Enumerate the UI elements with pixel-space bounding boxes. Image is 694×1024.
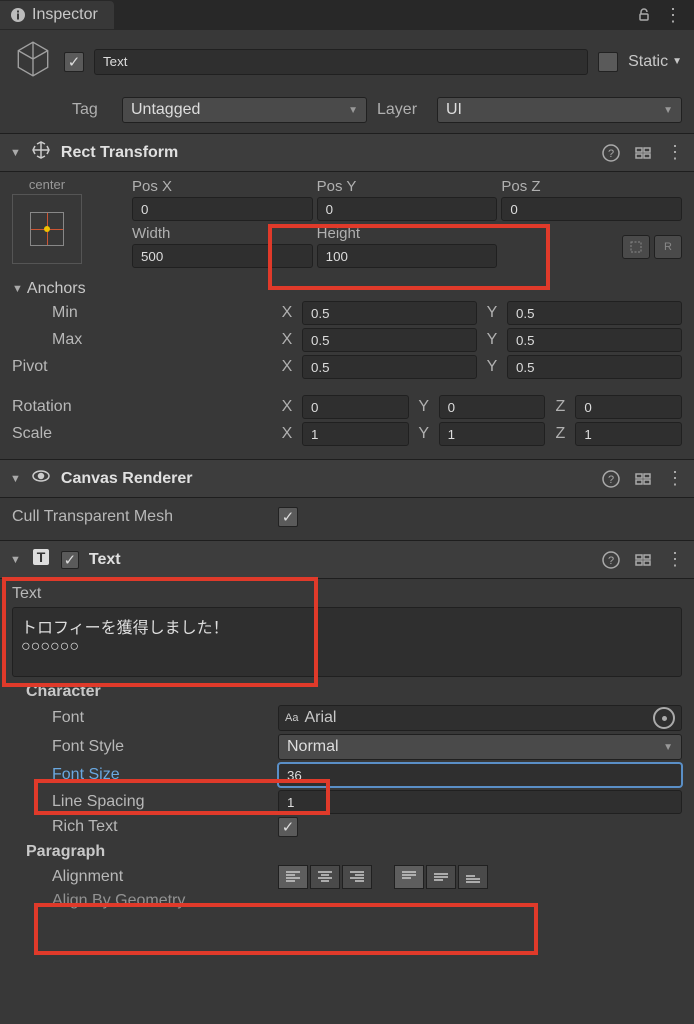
height-input[interactable] [317, 244, 498, 268]
tag-dropdown[interactable]: Untagged▼ [122, 97, 367, 123]
help-icon[interactable]: ? [602, 470, 620, 488]
font-style-dropdown[interactable]: Normal▼ [278, 734, 682, 760]
tab-title: Inspector [32, 6, 98, 24]
svg-text:?: ? [608, 148, 614, 160]
svg-text:?: ? [608, 555, 614, 567]
paragraph-label: Paragraph [26, 843, 682, 861]
foldout-icon: ▼ [10, 473, 21, 485]
posy-input[interactable] [317, 197, 498, 221]
align-top-button[interactable] [394, 865, 424, 889]
font-size-label[interactable]: Font Size [12, 766, 272, 784]
align-bottom-button[interactable] [458, 865, 488, 889]
anchor-minx-input[interactable] [302, 301, 477, 325]
kebab-icon[interactable]: ⋮ [664, 5, 682, 26]
svg-text:?: ? [608, 474, 614, 486]
align-left-button[interactable] [278, 865, 308, 889]
scale-z-input[interactable] [575, 422, 682, 446]
anchor-preset-button[interactable]: center middle [12, 194, 82, 264]
rot-x-input[interactable] [302, 395, 409, 419]
align-middle-button[interactable] [426, 865, 456, 889]
layer-label: Layer [377, 101, 427, 119]
canvas-renderer-header[interactable]: ▼ Canvas Renderer ? ⋮ [0, 459, 694, 498]
foldout-icon: ▼ [10, 147, 21, 159]
canvas-renderer-body: Cull Transparent Mesh ✓ [0, 498, 694, 540]
svg-text:T: T [37, 549, 46, 565]
line-spacing-input[interactable] [278, 790, 682, 814]
anchor-maxy-input[interactable] [507, 328, 682, 352]
posz-input[interactable] [501, 197, 682, 221]
anchor-maxx-input[interactable] [302, 328, 477, 352]
cull-checkbox[interactable]: ✓ [278, 507, 298, 527]
static-dropdown[interactable]: Static ▼ [628, 53, 682, 71]
help-icon[interactable]: ? [602, 551, 620, 569]
rect-transform-icon [31, 140, 51, 165]
preset-icon[interactable] [634, 144, 652, 162]
scale-x-input[interactable] [302, 422, 409, 446]
static-checkbox[interactable] [598, 52, 618, 72]
gameobject-icon[interactable] [12, 38, 54, 85]
vertical-align-group [394, 865, 488, 889]
tab-bar: Inspector ⋮ [0, 0, 694, 30]
text-textarea[interactable]: トロフィーを獲得しました！ ○○○○○○ [12, 607, 682, 677]
tag-label: Tag [72, 101, 112, 119]
kebab-icon[interactable]: ⋮ [666, 549, 684, 570]
kebab-icon[interactable]: ⋮ [666, 142, 684, 163]
canvas-renderer-title: Canvas Renderer [61, 470, 592, 488]
rot-y-input[interactable] [439, 395, 546, 419]
raw-edit-button[interactable]: R [654, 235, 682, 259]
gameobject-header: ✓ Static ▼ Tag Untagged▼ Layer UI▼ [0, 30, 694, 133]
foldout-icon: ▼ [10, 554, 21, 566]
rect-transform-body: center middle Pos X Pos Y Pos Z Width He… [0, 172, 694, 459]
rect-transform-header[interactable]: ▼ Rect Transform ? ⋮ [0, 133, 694, 172]
rich-text-checkbox[interactable]: ✓ [278, 817, 298, 837]
character-label: Character [26, 683, 682, 701]
preset-icon[interactable] [634, 551, 652, 569]
align-right-button[interactable] [342, 865, 372, 889]
font-field[interactable]: Aa Arial [278, 705, 682, 731]
inspector-tab[interactable]: Inspector [0, 1, 114, 29]
pivot-y-input[interactable] [507, 355, 682, 379]
object-picker-icon[interactable] [653, 707, 675, 729]
align-center-button[interactable] [310, 865, 340, 889]
pivot-x-input[interactable] [302, 355, 477, 379]
preset-icon[interactable] [634, 470, 652, 488]
text-icon: T [31, 547, 51, 572]
horizontal-align-group [278, 865, 372, 889]
canvas-renderer-icon [31, 466, 51, 491]
text-component-body: Text トロフィーを獲得しました！ ○○○○○○ Character Font… [0, 579, 694, 923]
lock-icon[interactable] [636, 7, 652, 23]
rect-transform-title: Rect Transform [61, 144, 592, 162]
text-component-title: Text [89, 551, 592, 569]
font-size-input[interactable] [278, 763, 682, 787]
blueprint-button[interactable] [622, 235, 650, 259]
highlight-alignment [34, 903, 538, 955]
anchors-foldout[interactable]: ▼Anchors [12, 280, 682, 298]
width-input[interactable] [132, 244, 313, 268]
text-enabled-checkbox[interactable]: ✓ [61, 551, 79, 569]
kebab-icon[interactable]: ⋮ [666, 468, 684, 489]
help-icon[interactable]: ? [602, 144, 620, 162]
rot-z-input[interactable] [575, 395, 682, 419]
anchor-miny-input[interactable] [507, 301, 682, 325]
layer-dropdown[interactable]: UI▼ [437, 97, 682, 123]
posx-input[interactable] [132, 197, 313, 221]
active-checkbox[interactable]: ✓ [64, 52, 84, 72]
text-component-header[interactable]: ▼ T ✓ Text ? ⋮ [0, 540, 694, 579]
gameobject-name-input[interactable] [94, 49, 588, 75]
scale-y-input[interactable] [439, 422, 546, 446]
text-label: Text [12, 585, 682, 603]
info-icon [10, 7, 26, 23]
